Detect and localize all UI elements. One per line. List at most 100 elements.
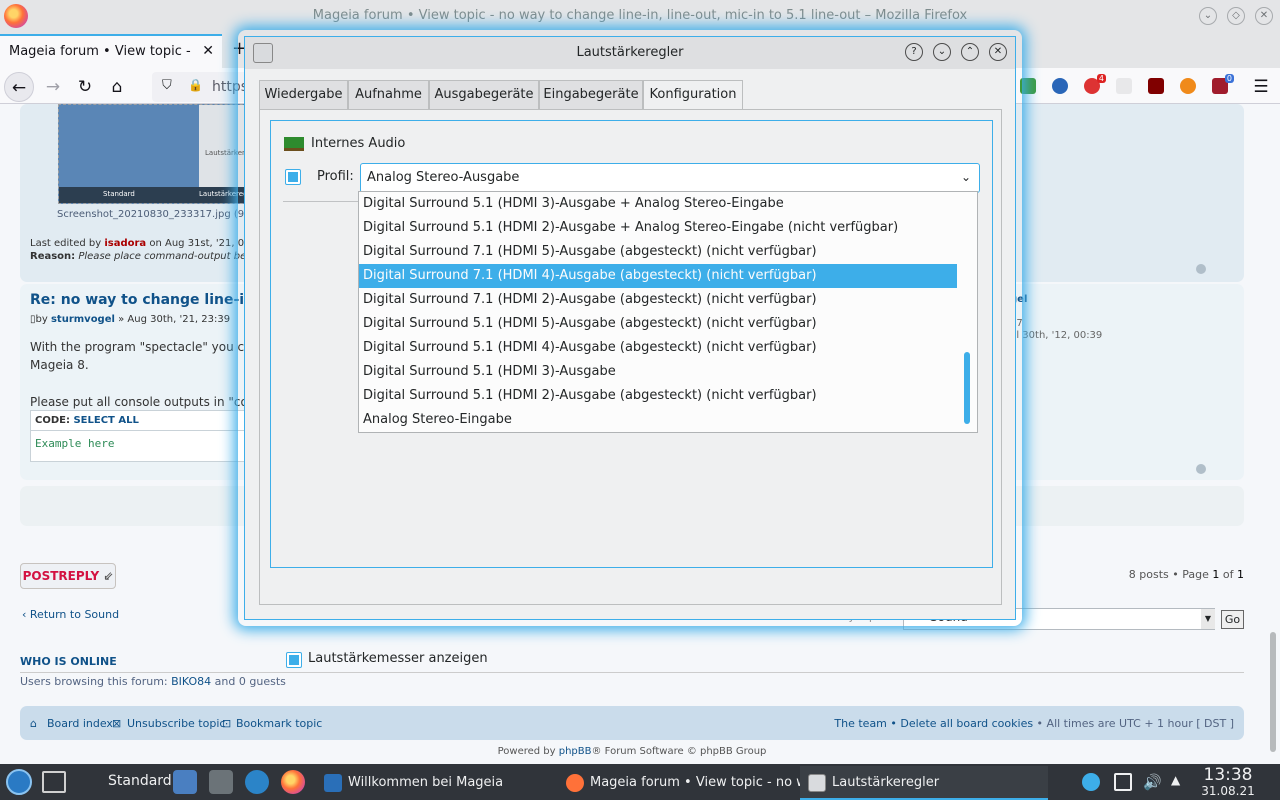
page-scrollbar-thumb[interactable] <box>1270 632 1276 752</box>
footer-right-links: The team • Delete all board cookies • Al… <box>834 717 1234 730</box>
shield-icon[interactable]: ⛉ <box>162 78 172 93</box>
back-button[interactable]: ← <box>4 72 34 102</box>
profile-option-highlighted[interactable]: Digital Surround 7.1 (HDMI 4)-Ausgabe (a… <box>359 264 957 288</box>
post-author[interactable]: sturmvogel <box>51 314 115 325</box>
lock-icon[interactable]: 🔒 <box>188 78 203 92</box>
post-title[interactable]: Re: no way to change line-in, l <box>30 292 269 308</box>
board-index-link[interactable]: Board index <box>47 717 113 730</box>
extension-privacy-icon[interactable]: 0 <box>1212 74 1234 94</box>
extension-gray-icon[interactable] <box>1116 78 1132 94</box>
show-meter-label[interactable]: Lautstärkemesser anzeigen <box>308 651 488 666</box>
help-button[interactable]: ? <box>905 43 923 61</box>
last-edited-user[interactable]: isadora <box>104 238 146 249</box>
firefox-titlebar: Mageia forum • View topic - no way to ch… <box>0 0 1280 32</box>
show-desktop-icon[interactable] <box>42 771 66 793</box>
hamburger-menu-icon[interactable]: ☰ <box>1246 72 1276 102</box>
firefox-launcher-icon[interactable] <box>281 770 305 794</box>
extension-orange-icon[interactable] <box>1180 78 1196 94</box>
application-launcher-icon[interactable] <box>6 769 32 795</box>
minimize-button[interactable]: ⌄ <box>1199 7 1217 25</box>
powered-by: Powered by phpBB® Forum Software © phpBB… <box>0 746 1264 757</box>
profile-option[interactable]: Digital Surround 7.1 (HDMI 5)-Ausgabe (a… <box>359 240 957 264</box>
footer-navbar: ⌂ Board index ⊠ Unsubscribe topic ⊡ Book… <box>20 706 1244 740</box>
dropdown-scrollbar-thumb[interactable] <box>964 352 970 424</box>
powered-prefix: Powered by <box>497 746 559 757</box>
clock-date[interactable]: 31.08.21 <box>1197 784 1259 798</box>
tray-expand-icon[interactable]: ▲ <box>1171 773 1189 791</box>
ublock-icon[interactable] <box>1148 78 1164 94</box>
back-to-top-icon[interactable] <box>1196 264 1206 274</box>
extension-red-icon[interactable]: 4 <box>1084 74 1106 94</box>
profile-option[interactable]: Analog Stereo-Eingabe <box>359 408 957 432</box>
maximize-dialog-button[interactable]: ⌃ <box>961 43 979 61</box>
code-content: Example here <box>35 437 115 450</box>
team-links[interactable]: The team • Delete all board cookies <box>834 717 1033 730</box>
task-volume-control[interactable]: Lautstärkeregler <box>800 766 1048 800</box>
network-icon[interactable] <box>1082 773 1100 791</box>
screenshot-thumbnail[interactable]: Lautstärkemesser Standard Lautstärkeregl… <box>58 104 269 204</box>
tab-konfiguration[interactable]: Konfiguration <box>643 80 743 111</box>
profile-option[interactable]: Digital Surround 5.1 (HDMI 3)-Ausgabe + … <box>359 192 957 216</box>
profile-option[interactable]: Digital Surround 5.1 (HDMI 3)-Ausgabe <box>359 360 957 384</box>
dialog-titlebar[interactable]: Lautstärkeregler ? ⌄ ⌃ ✕ <box>245 37 1015 69</box>
volume-icon[interactable]: 🔊 <box>1143 773 1162 791</box>
reason-label: Reason: <box>30 251 76 262</box>
post-reply-button[interactable]: POSTREPLY ⇙ <box>20 563 116 589</box>
url-bar[interactable]: ⛉ 🔒 https <box>152 72 252 102</box>
close-dialog-button[interactable]: ✕ <box>989 43 1007 61</box>
maximize-button[interactable]: ◇ <box>1227 7 1245 25</box>
task-label: Lautstärkeregler <box>832 775 940 790</box>
post-line: Mageia 8. <box>30 358 89 372</box>
browser-tab[interactable]: Mageia forum • View topic - no way to ch… <box>0 34 222 68</box>
tab-eingabegeraete[interactable]: Eingabegeräte <box>539 80 643 110</box>
pagination-info: 8 posts • Page 1 of 1 <box>1129 568 1244 581</box>
reload-button[interactable]: ↻ <box>70 72 100 102</box>
online-user-link[interactable]: BIKO84 <box>171 675 211 688</box>
close-tab-icon[interactable]: ✕ <box>202 43 214 59</box>
phpbb-link[interactable]: phpBB <box>559 746 592 757</box>
dropdown-arrow-icon[interactable]: ▼ <box>1201 609 1215 629</box>
profile-combobox[interactable]: Analog Stereo-Ausgabe ⌄ <box>360 163 980 193</box>
profile-option[interactable]: Digital Surround 5.1 (HDMI 2)-Ausgabe (a… <box>359 384 957 408</box>
extension-badge: 4 <box>1096 74 1106 83</box>
tab-aufnahme[interactable]: Aufnahme <box>348 80 429 110</box>
forward-button[interactable]: → <box>38 72 68 102</box>
back-to-top-icon[interactable] <box>1196 464 1206 474</box>
unsubscribe-icon: ⊠ <box>112 717 122 730</box>
dropdown-scrollbar[interactable] <box>957 192 977 432</box>
clock-time[interactable]: 13:38 <box>1197 765 1259 785</box>
page-scrollbar[interactable] <box>1266 104 1280 764</box>
reply-arrow-icon: ⇙ <box>103 569 114 583</box>
clipboard-icon[interactable] <box>1114 773 1132 791</box>
profile-option[interactable]: Digital Surround 5.1 (HDMI 2)-Ausgabe + … <box>359 216 957 240</box>
return-link[interactable]: ‹ Return to Sound <box>22 608 119 621</box>
mageia-welcome-icon <box>324 774 342 792</box>
select-all-link[interactable]: SELECT ALL <box>73 415 138 426</box>
task-welcome[interactable]: Willkommen bei Mageia <box>316 766 556 800</box>
profile-option[interactable]: Digital Surround 5.1 (HDMI 4)-Ausgabe (a… <box>359 336 957 360</box>
profile-option[interactable]: Digital Surround 5.1 (HDMI 5)-Ausgabe (a… <box>359 312 957 336</box>
system-settings-icon[interactable] <box>209 770 233 794</box>
show-meter-checkbox[interactable] <box>286 652 302 668</box>
task-firefox[interactable]: Mageia forum • View topic - no w... <box>558 766 802 800</box>
post-line: With the program "spectacle" you car <box>30 340 257 354</box>
powered-suffix: ® Forum Software © phpBB Group <box>591 746 767 757</box>
home-button[interactable]: ⌂ <box>102 72 132 102</box>
profile-checkbox[interactable] <box>285 169 301 185</box>
tab-wiedergabe[interactable]: Wiedergabe <box>259 80 348 110</box>
control-center-icon[interactable] <box>245 770 269 794</box>
unsubscribe-link[interactable]: Unsubscribe topic <box>127 717 225 730</box>
extension-green-icon[interactable] <box>1020 78 1036 94</box>
go-button[interactable]: Go <box>1221 610 1244 629</box>
profile-option[interactable]: Digital Surround 7.1 (HDMI 2)-Ausgabe (a… <box>359 288 957 312</box>
bookmark-link[interactable]: Bookmark topic <box>236 717 322 730</box>
file-manager-icon[interactable] <box>173 770 197 794</box>
by-prefix: by <box>35 314 51 325</box>
activity-label[interactable]: Standard <box>108 773 172 789</box>
minimize-dialog-button[interactable]: ⌄ <box>933 43 951 61</box>
window-title: Mageia forum • View topic - no way to ch… <box>312 8 968 23</box>
extension-blue-icon[interactable] <box>1052 78 1068 94</box>
firefox-task-icon <box>566 774 584 792</box>
tab-ausgabegeraete[interactable]: Ausgabegeräte <box>429 80 539 110</box>
close-window-button[interactable]: ✕ <box>1255 7 1273 25</box>
